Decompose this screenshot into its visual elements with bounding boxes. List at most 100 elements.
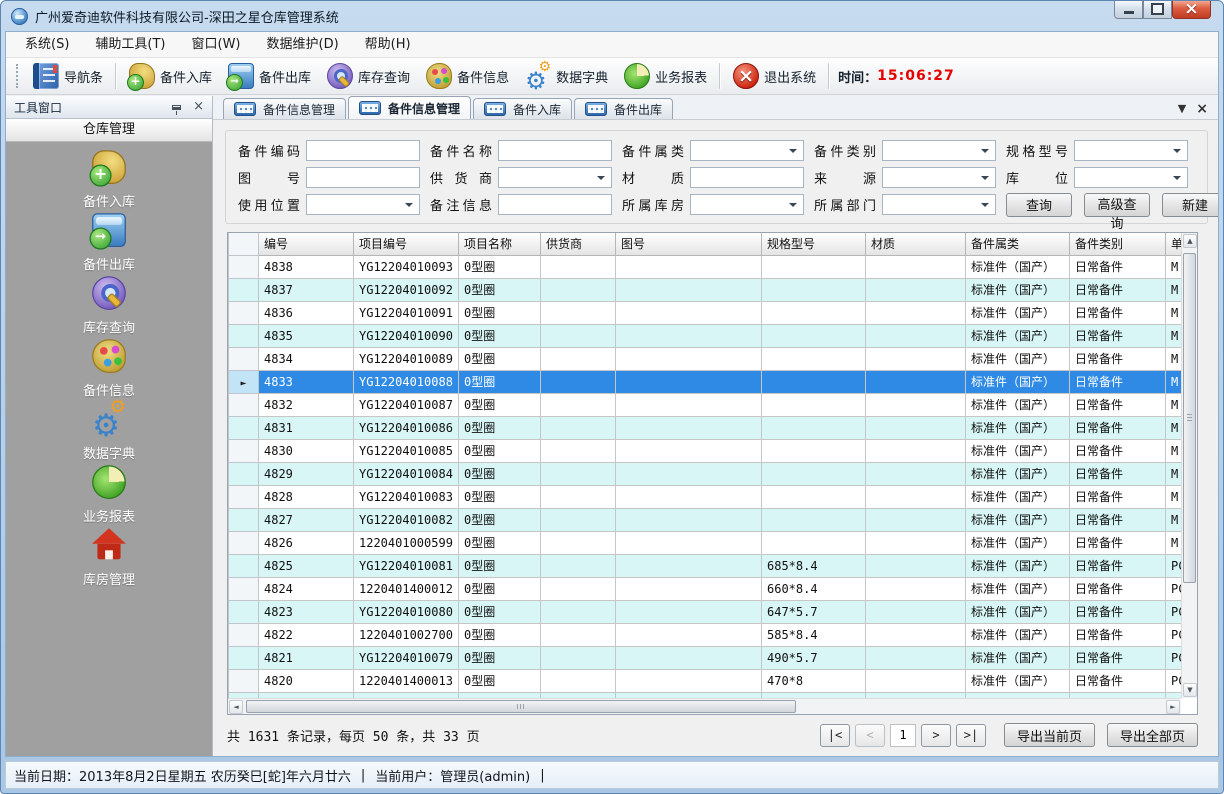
drawing-no-input[interactable]: [306, 167, 420, 188]
horizontal-scroll-thumb[interactable]: [246, 700, 796, 713]
horizontal-scrollbar[interactable]: ◄ ►: [228, 698, 1181, 714]
row-selector[interactable]: ►: [229, 370, 259, 393]
prev-page-button[interactable]: <: [855, 724, 885, 747]
table-row[interactable]: ► 482412204014000120型圈660*8.4标准件（国产）日常备件…: [229, 577, 1182, 600]
table-row[interactable]: ► 4833YG122040100880型圈标准件（国产）日常备件M: [229, 370, 1182, 393]
sidebar-item-spare-inbound[interactable]: 备件入库: [6, 158, 212, 210]
sidebar-item-warehouse-mgmt[interactable]: 库房管理: [6, 536, 212, 588]
column-header[interactable]: 备件类别: [1070, 233, 1166, 255]
panel-close-icon[interactable]: ×: [193, 102, 204, 112]
sidebar-item-data-dictionary[interactable]: 数据字典: [6, 410, 212, 462]
spare-name-input[interactable]: [498, 140, 612, 161]
row-selector[interactable]: ►: [229, 393, 259, 416]
row-selector[interactable]: ►: [229, 554, 259, 577]
table-row[interactable]: ► 4823YG122040100800型圈647*5.7标准件（国产）日常备件…: [229, 600, 1182, 623]
table-row[interactable]: ► 4838YG122040100930型圈标准件（国产）日常备件M: [229, 255, 1182, 278]
query-button[interactable]: 查询: [1006, 193, 1072, 217]
table-row[interactable]: ► 482212204010027000型圈585*8.4标准件（国产）日常备件…: [229, 623, 1182, 646]
material-input[interactable]: [690, 167, 804, 188]
column-header[interactable]: 规格型号: [762, 233, 866, 255]
spec-model-select[interactable]: [1074, 140, 1188, 161]
navbar-button[interactable]: 导航条: [25, 60, 111, 92]
table-row[interactable]: ► 482012204014000130型圈470*8标准件（国产）日常备件PC: [229, 669, 1182, 692]
usage-position-select[interactable]: [306, 194, 420, 215]
vertical-scrollbar[interactable]: ▲ ▼: [1181, 233, 1197, 698]
column-header[interactable]: 材质: [866, 233, 966, 255]
row-selector[interactable]: ►: [229, 347, 259, 370]
advanced-query-button[interactable]: 高级查询: [1084, 193, 1150, 217]
spare-category-select[interactable]: [882, 140, 996, 161]
spare-outbound-button[interactable]: 备件出库: [220, 60, 319, 92]
table-row[interactable]: ► 4832YG122040100870型圈标准件（国产）日常备件M: [229, 393, 1182, 416]
sidebar-item-inventory-query[interactable]: 库存查询: [6, 284, 212, 336]
row-selector[interactable]: ►: [229, 255, 259, 278]
row-selector[interactable]: ►: [229, 278, 259, 301]
row-selector[interactable]: ►: [229, 416, 259, 439]
business-report-button[interactable]: 业务报表: [616, 60, 715, 92]
stock-location-select[interactable]: [1074, 167, 1188, 188]
spare-inbound-button[interactable]: 备件入库: [121, 60, 220, 92]
menu-item[interactable]: 系统(S): [12, 32, 82, 57]
row-selector[interactable]: ►: [229, 600, 259, 623]
close-button-icon[interactable]: [1172, 0, 1211, 19]
column-header[interactable]: 供货商: [541, 233, 616, 255]
menu-item[interactable]: 窗口(W): [179, 32, 254, 57]
table-row[interactable]: ► 482612204010005990型圈标准件（国产）日常备件M: [229, 531, 1182, 554]
spare-genus-select[interactable]: [690, 140, 804, 161]
next-page-button[interactable]: >: [921, 724, 951, 747]
menu-item[interactable]: 帮助(H): [352, 32, 424, 57]
new-button[interactable]: 新建: [1162, 193, 1218, 217]
table-row[interactable]: ► 4821YG122040100790型圈490*5.7标准件（国产）日常备件…: [229, 646, 1182, 669]
table-row[interactable]: ► 4835YG122040100900型圈标准件（国产）日常备件M: [229, 324, 1182, 347]
maximize-button-icon[interactable]: [1143, 0, 1172, 19]
scroll-down-icon[interactable]: ▼: [1183, 683, 1197, 697]
remark-input[interactable]: [498, 194, 612, 215]
table-row[interactable]: ► 4827YG122040100820型圈标准件（国产）日常备件M: [229, 508, 1182, 531]
tab-spare-info-mgmt-1[interactable]: 备件信息管理: [223, 98, 346, 119]
table-row[interactable]: ► 4836YG122040100910型圈标准件（国产）日常备件M: [229, 301, 1182, 324]
scroll-left-icon[interactable]: ◄: [229, 700, 243, 714]
first-page-button[interactable]: |<: [820, 724, 850, 747]
column-header[interactable]: 项目名称: [459, 233, 541, 255]
row-selector[interactable]: ►: [229, 508, 259, 531]
minimize-button-icon[interactable]: [1114, 0, 1143, 19]
row-selector[interactable]: ►: [229, 623, 259, 646]
export-all-pages-button[interactable]: 导出全部页: [1107, 723, 1198, 747]
export-current-page-button[interactable]: 导出当前页: [1004, 723, 1095, 747]
department-select[interactable]: [882, 194, 996, 215]
last-page-button[interactable]: >|: [956, 724, 986, 747]
inventory-query-button[interactable]: 库存查询: [319, 60, 418, 92]
data-dictionary-button[interactable]: 数据字典: [517, 60, 616, 92]
column-header[interactable]: 单位: [1166, 233, 1182, 255]
row-selector[interactable]: ►: [229, 301, 259, 324]
column-header[interactable]: 备件属类: [966, 233, 1070, 255]
menu-item[interactable]: 数据维护(D): [254, 32, 352, 57]
spare-code-input[interactable]: [306, 140, 420, 161]
table-row[interactable]: ► 4837YG122040100920型圈标准件（国产）日常备件M: [229, 278, 1182, 301]
row-selector[interactable]: ►: [229, 439, 259, 462]
row-selector[interactable]: ►: [229, 577, 259, 600]
sidebar-item-spare-info[interactable]: 备件信息: [6, 347, 212, 399]
column-header[interactable]: 项目编号: [354, 233, 459, 255]
scroll-up-icon[interactable]: ▲: [1183, 234, 1197, 248]
column-header[interactable]: 编号: [259, 233, 354, 255]
table-row[interactable]: ► 4825YG122040100810型圈685*8.4标准件（国产）日常备件…: [229, 554, 1182, 577]
vertical-scroll-thumb[interactable]: [1183, 253, 1196, 583]
tabstrip-close-icon[interactable]: ×: [1196, 103, 1208, 115]
warehouse-select[interactable]: [690, 194, 804, 215]
chevron-down-icon[interactable]: ▼: [1178, 102, 1186, 115]
row-selector[interactable]: ►: [229, 462, 259, 485]
table-row[interactable]: ► 4828YG122040100830型圈标准件（国产）日常备件M: [229, 485, 1182, 508]
tab-spare-info-mgmt-2[interactable]: 备件信息管理: [348, 96, 471, 119]
row-selector[interactable]: ►: [229, 669, 259, 692]
exit-system-button[interactable]: 退出系统: [725, 60, 824, 92]
source-select[interactable]: [882, 167, 996, 188]
pin-icon[interactable]: [172, 105, 181, 110]
table-row[interactable]: ► 4831YG122040100860型圈标准件（国产）日常备件M: [229, 416, 1182, 439]
sidebar-item-spare-outbound[interactable]: 备件出库: [6, 221, 212, 273]
row-selector[interactable]: ►: [229, 646, 259, 669]
tab-spare-outbound[interactable]: 备件出库: [574, 98, 673, 119]
row-selector[interactable]: ►: [229, 324, 259, 347]
row-selector[interactable]: ►: [229, 531, 259, 554]
sidebar-item-business-report[interactable]: 业务报表: [6, 473, 212, 525]
